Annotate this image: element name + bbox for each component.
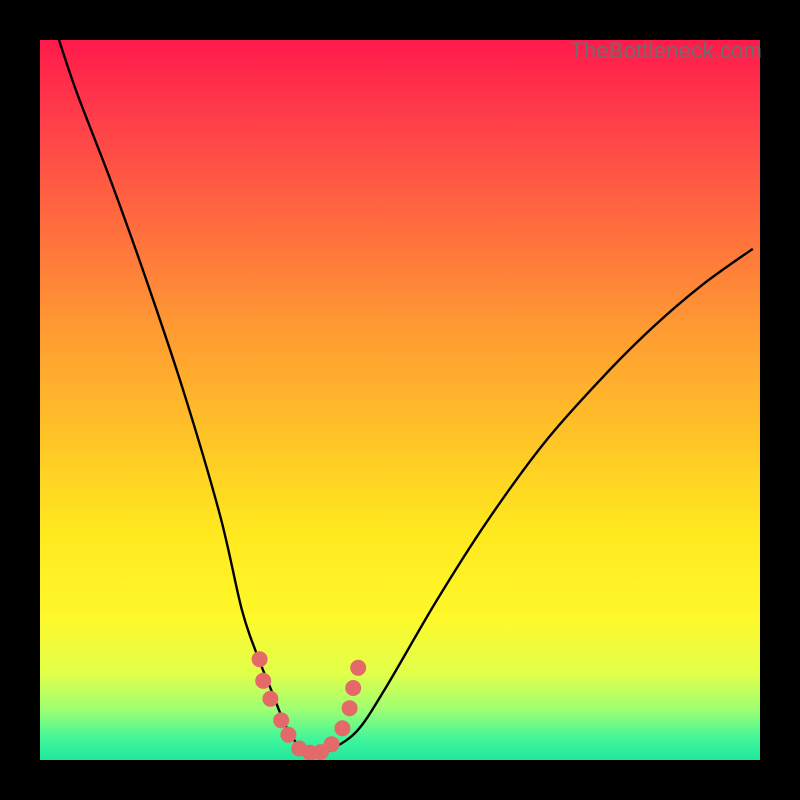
data-marker	[350, 660, 366, 676]
data-marker	[255, 673, 271, 689]
data-marker	[252, 651, 268, 667]
data-marker	[273, 712, 289, 728]
data-marker	[345, 680, 361, 696]
data-marker	[334, 720, 350, 736]
bottleneck-curve	[54, 40, 752, 757]
marker-group	[252, 651, 367, 760]
curve-svg	[40, 40, 760, 760]
data-marker	[324, 736, 340, 752]
plot-area	[40, 40, 760, 760]
watermark-label: TheBottleneck.com	[570, 38, 762, 64]
chart-stage: TheBottleneck.com	[0, 0, 800, 800]
data-marker	[280, 727, 296, 743]
data-marker	[262, 691, 278, 707]
data-marker	[342, 700, 358, 716]
